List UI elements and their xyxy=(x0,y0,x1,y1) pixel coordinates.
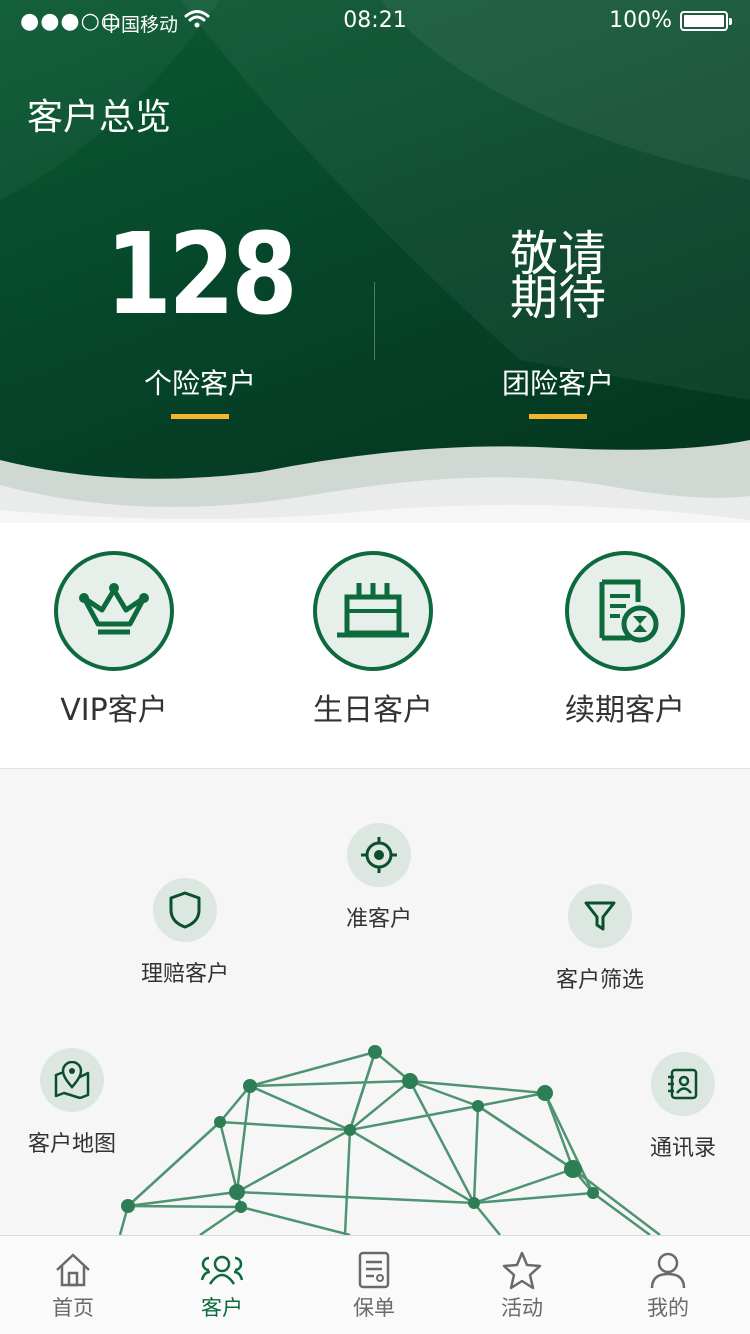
map-pin-icon xyxy=(40,1048,104,1112)
active-indicator xyxy=(171,414,229,419)
page-title: 客户总览 xyxy=(27,97,172,138)
quick-action-birthday[interactable]: 生日客户 xyxy=(273,551,473,729)
quick-actions: VIP客户 生日客户 续期客户 xyxy=(0,523,750,769)
user-icon xyxy=(650,1252,686,1289)
coming-soon-text: 敬请 期待 xyxy=(418,230,698,326)
tab-label: 客户 xyxy=(201,1296,243,1320)
customers-icon xyxy=(200,1255,244,1285)
contacts-icon xyxy=(651,1052,715,1116)
tab-activities[interactable]: 活动 xyxy=(462,1250,582,1322)
tab-policies[interactable]: 保单 xyxy=(314,1250,434,1322)
shield-icon xyxy=(153,878,217,942)
battery-percent: 100% xyxy=(609,8,672,33)
quick-action-label: 生日客户 xyxy=(313,693,433,728)
tab-label: 保单 xyxy=(353,1296,395,1320)
policy-icon xyxy=(358,1251,390,1289)
tab-label: 活动 xyxy=(501,1296,543,1320)
home-icon xyxy=(56,1253,90,1287)
birthday-cake-icon xyxy=(313,551,433,671)
active-indicator xyxy=(529,414,587,419)
tab-mine[interactable]: 我的 xyxy=(608,1250,728,1322)
stat-group-customers[interactable]: 敬请 期待 团险客户 xyxy=(418,210,698,419)
feature-customer-filter[interactable]: 客户筛选 xyxy=(520,884,680,994)
feature-map-area: 准客户 理赔客户 客户筛选 客户地图 通讯录 xyxy=(0,770,750,1235)
feature-label: 客户地图 xyxy=(27,1132,116,1157)
feature-contacts[interactable]: 通讯录 xyxy=(603,1052,750,1162)
header-banner: ●●●○○ 中国移动 08:21 100% 客户总览 128 个险客户 敬请 期待… xyxy=(0,0,750,525)
feature-label: 准客户 xyxy=(345,907,412,932)
stat-individual-customers[interactable]: 128 个险客户 xyxy=(60,210,340,419)
feature-label: 通讯录 xyxy=(649,1136,716,1161)
renewal-document-icon xyxy=(565,551,685,671)
quick-action-label: 续期客户 xyxy=(565,693,685,728)
feature-label: 理赔客户 xyxy=(140,962,229,987)
stat-value: 敬请 期待 xyxy=(418,210,698,340)
status-bar: ●●●○○ 中国移动 08:21 100% xyxy=(0,0,750,42)
quick-action-renewal[interactable]: 续期客户 xyxy=(525,551,725,729)
stat-label: 个险客户 xyxy=(143,367,256,400)
tab-home[interactable]: 首页 xyxy=(13,1250,133,1322)
stat-divider xyxy=(374,282,375,360)
bottom-tab-bar: 首页 客户 保单 活动 我的 xyxy=(0,1235,750,1334)
tab-customers[interactable]: 客户 xyxy=(162,1250,282,1322)
feature-customer-map[interactable]: 客户地图 xyxy=(0,1048,152,1158)
quick-action-vip[interactable]: VIP客户 xyxy=(14,551,214,729)
star-icon xyxy=(502,1251,542,1290)
target-icon xyxy=(347,823,411,887)
stat-value: 128 xyxy=(105,210,298,340)
feature-claims-customers[interactable]: 理赔客户 xyxy=(105,878,265,988)
battery-icon xyxy=(680,11,732,31)
filter-icon xyxy=(568,884,632,948)
coming-soon-line: 期待 xyxy=(509,270,606,326)
tab-label: 我的 xyxy=(647,1296,689,1320)
feature-label: 客户筛选 xyxy=(555,968,644,993)
stat-label: 团险客户 xyxy=(501,367,614,400)
tab-label: 首页 xyxy=(52,1296,94,1320)
crown-icon xyxy=(54,551,174,671)
feature-prospective-customers[interactable]: 准客户 xyxy=(299,823,459,933)
quick-action-label: VIP客户 xyxy=(60,693,168,728)
wave-decoration xyxy=(0,440,750,525)
